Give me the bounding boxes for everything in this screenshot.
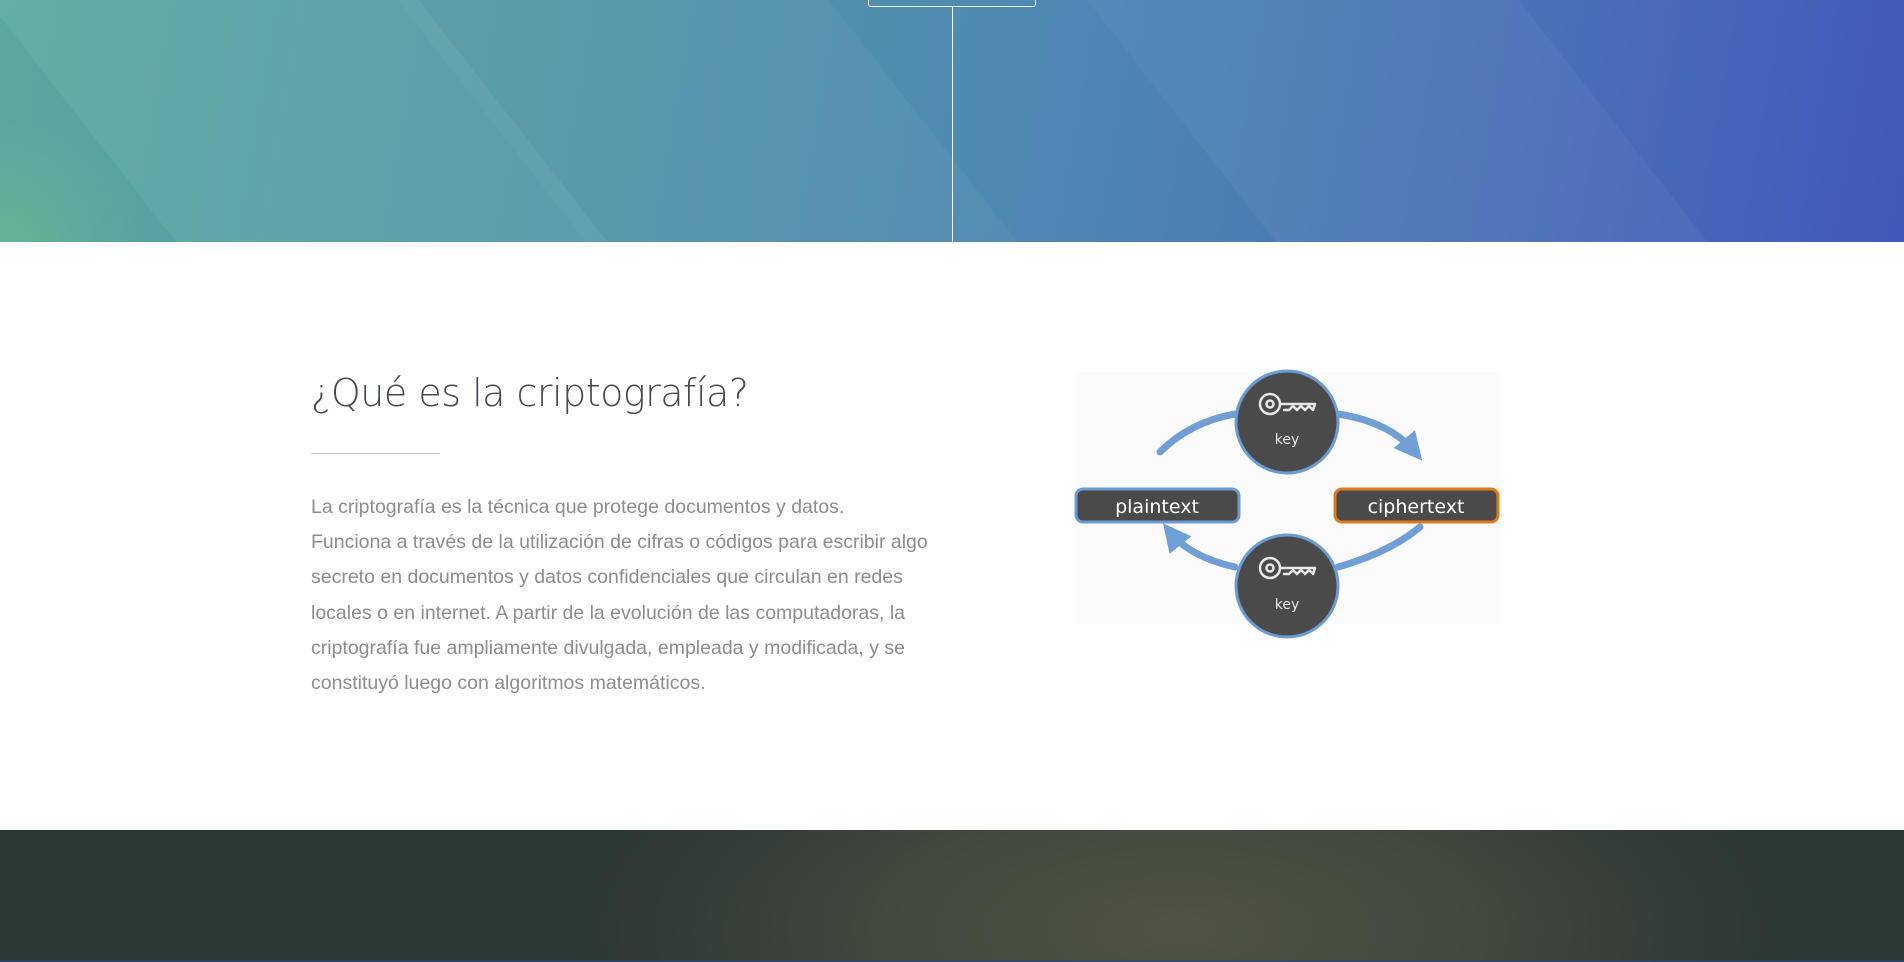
title-underline xyxy=(311,453,440,454)
encryption-cycle-diagram: plaintext ciphertext key key xyxy=(1074,369,1500,639)
ciphertext-label: ciphertext xyxy=(1368,496,1465,518)
page: ¿Qué es la criptografía? La criptografía… xyxy=(0,0,1904,962)
body-line: secreto en documentos y datos confidenci… xyxy=(311,566,903,589)
hero-outline-button[interactable] xyxy=(868,0,1036,7)
bottom-key-node xyxy=(1234,533,1340,639)
body-line: locales o en internet. A partir de la ev… xyxy=(311,601,906,624)
top-key-label: key xyxy=(1275,432,1300,448)
hero-banner xyxy=(0,0,1904,242)
bottom-key-label: key xyxy=(1275,597,1300,613)
hero-sheen xyxy=(1070,0,1770,242)
section-title: ¿Qué es la criptografía? xyxy=(311,371,749,415)
top-key-node xyxy=(1234,369,1340,475)
section-body: La criptografía es la técnica que proteg… xyxy=(311,490,931,701)
hero-divider-line xyxy=(952,7,953,242)
body-line: La criptografía es la técnica que proteg… xyxy=(311,496,845,518)
plaintext-label: plaintext xyxy=(1115,496,1199,518)
body-line: criptografía fue ampliamente divulgada, … xyxy=(311,636,905,659)
body-line: constituyó luego con algoritmos matemáti… xyxy=(311,672,706,695)
next-section-band xyxy=(0,830,1904,962)
what-is-cryptography-section: ¿Qué es la criptografía? La criptografía… xyxy=(0,242,1904,830)
text-column: ¿Qué es la criptografía? La criptografía… xyxy=(311,370,931,701)
body-line: Funciona a través de la utilización de c… xyxy=(311,531,928,554)
